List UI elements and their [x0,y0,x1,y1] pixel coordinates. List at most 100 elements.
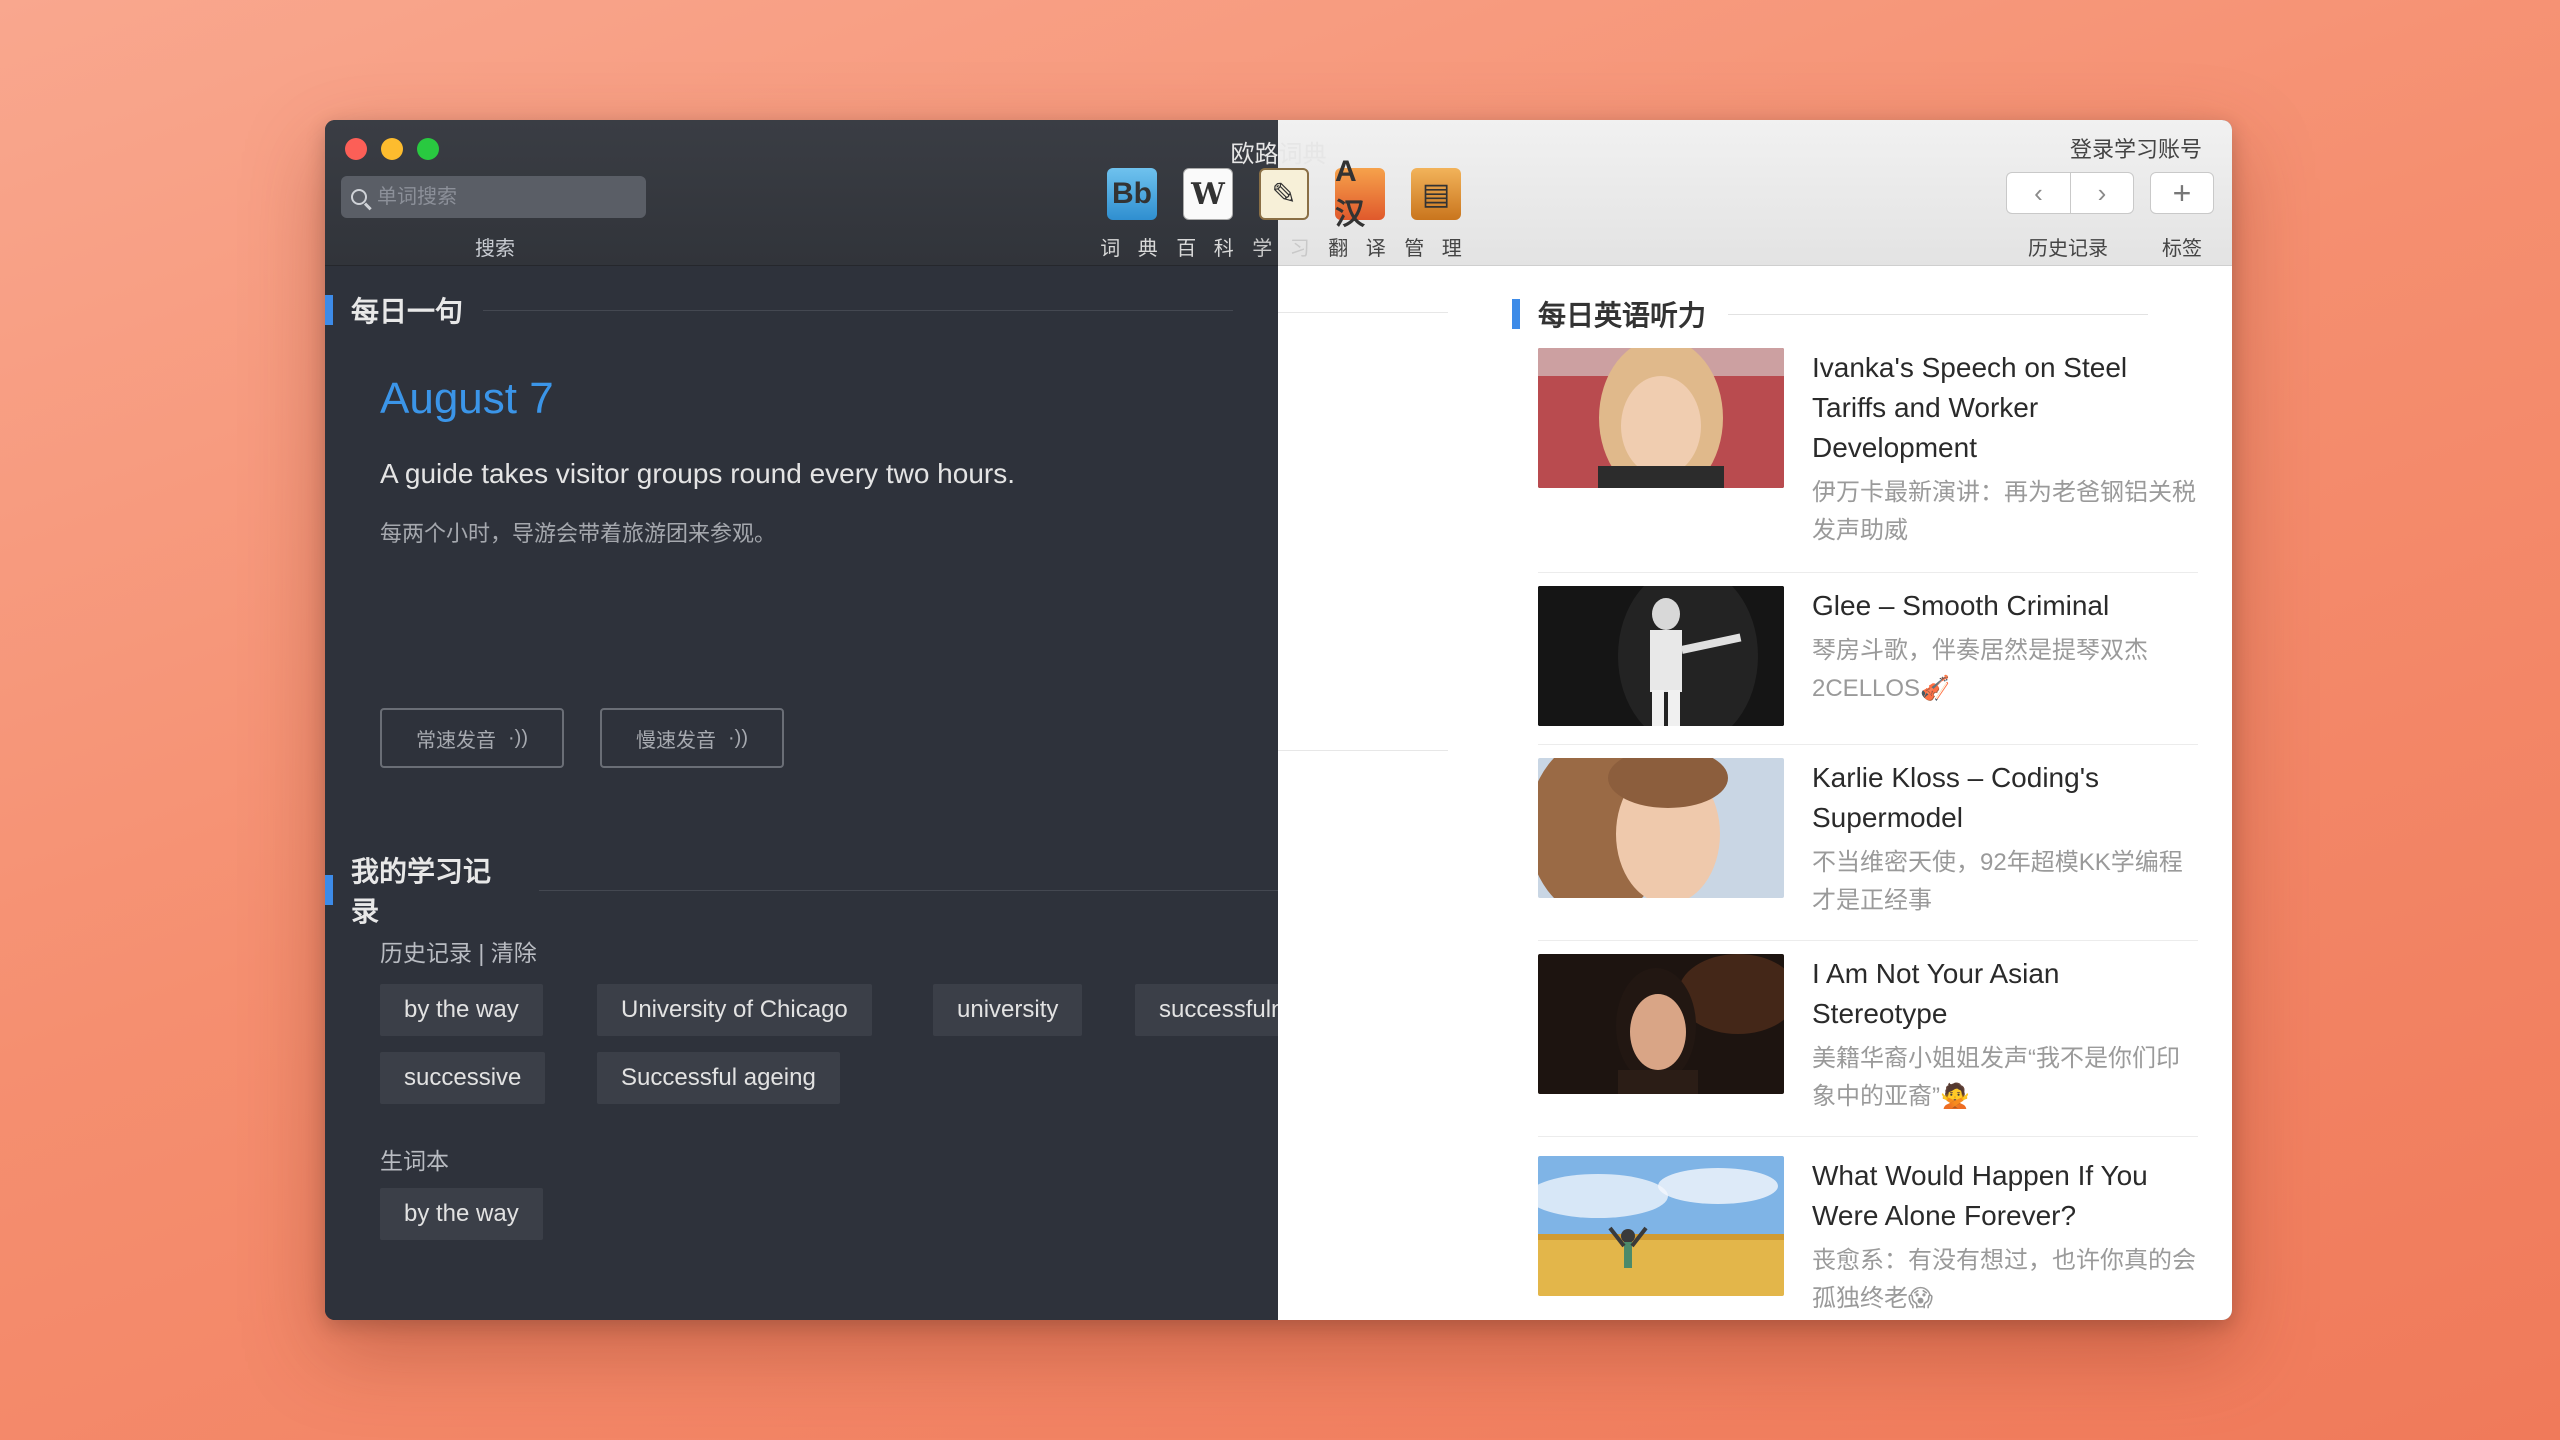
listening-article[interactable]: I Am Not Your Asian Stereotype 美籍华裔小姐姐发声… [1538,954,2198,1116]
manage-box-icon: ▤ [1411,168,1461,220]
speaker-icon: ·)) [728,726,748,749]
tool-label: 翻 译 [1328,238,1392,260]
thumbnail-landscape [1538,1156,1784,1296]
article-subtitle: 丧愈系：有没有想过，也许你真的会孤独终老😱 [1812,1247,2196,1312]
dictionary-icon: Bb [1107,168,1157,220]
tool-label: 管 理 [1404,238,1468,260]
article-subtitle: 琴房斗歌，伴奏居然是提琴双杰2CELLOS🎻 [1812,637,2148,702]
article-divider [1538,940,2198,941]
close-window-button[interactable] [345,138,367,160]
listening-article[interactable]: Karlie Kloss – Coding's Supermodel 不当维密天… [1538,758,2198,920]
search-label: 搜索 [475,238,515,260]
daily-panel: 每日一句 August 7 A guide takes visitor grou… [325,266,1346,1320]
daily-sentence-translation: 每两个小时，导游会带着旅游团来参观。 [380,521,777,546]
chevron-left-icon: ‹ [2034,177,2043,208]
article-subtitle: 美籍华裔小姐姐发声“我不是你们印象中的亚裔”🙅 [1812,1045,2180,1110]
search-icon [351,189,367,205]
study-record-heading: 我的学习记录 [350,856,491,927]
tool-label: 百 科 [1176,238,1240,260]
daily-sentence-heading: 每日一句 [351,296,464,327]
tool-wikipedia[interactable]: W 百 科 [1176,168,1235,261]
article-thumbnail [1538,758,1784,898]
listening-article[interactable]: Ivanka's Speech on Steel Tariffs and Wor… [1538,348,2198,550]
chevron-right-icon: › [2097,177,2107,208]
search-field[interactable] [341,176,646,218]
listening-header: 每日英语听力 [1512,294,2149,334]
divider [1278,750,1448,751]
thumbnail-performer [1538,586,1784,726]
article-text: Karlie Kloss – Coding's Supermodel 不当维密天… [1812,758,2198,920]
article-divider [1538,1136,2198,1137]
article-title[interactable]: I Am Not Your Asian Stereotype [1812,954,2198,1034]
history-chip[interactable]: University of Chicago [597,984,872,1036]
titlebar: 搜索 登录学习账号 ‹ › + 历史记录 标签 欧路词典 Bb 词 典 W 百 … [325,120,2232,266]
speaker-icon: ·)) [508,726,528,749]
article-title[interactable]: Karlie Kloss – Coding's Supermodel [1812,758,2198,838]
article-title[interactable]: What Would Happen If You Were Alone Fore… [1812,1156,2198,1236]
minimize-window-button[interactable] [381,138,403,160]
tool-manage[interactable]: ▤ 管 理 [1404,168,1463,261]
daily-sentence-text[interactable]: A guide takes visitor groups round every… [380,458,1015,490]
listening-panel: 每日英语听力 Ivanka's Speech on Steel Tariffs … [1278,266,2232,1320]
listening-article[interactable]: Glee – Smooth Criminal 琴房斗歌，伴奏居然是提琴双杰2CE… [1538,586,2198,726]
daily-sentence-header: 每日一句 [325,290,1234,330]
vocab-chip[interactable]: by the way [380,1188,543,1240]
divider [538,889,1278,891]
history-chip[interactable]: university [933,984,1083,1036]
thumbnail-portrait [1538,954,1784,1094]
divider [1728,313,2149,315]
article-text: I Am Not Your Asian Stereotype 美籍华裔小姐姐发声… [1812,954,2198,1116]
search-input[interactable] [377,185,617,209]
history-nav: ‹ › [2006,172,2134,214]
history-chip[interactable]: successive [380,1052,546,1104]
article-title[interactable]: Ivanka's Speech on Steel Tariffs and Wor… [1812,348,2198,468]
article-thumbnail [1538,586,1784,726]
article-thumbnail [1538,1156,1784,1296]
normal-speed-audio-button[interactable]: 常速发音 ·)) [380,708,564,768]
article-divider [1538,572,2198,573]
forward-button[interactable]: › [2070,172,2134,214]
listening-article[interactable]: What Would Happen If You Were Alone Fore… [1538,1156,2198,1318]
toolbar-tools: Bb 词 典 W 百 科 ✎ 学 习 A汉 翻 译 ▤ 管 理 [1100,155,1463,261]
article-text: What Would Happen If You Were Alone Fore… [1812,1156,2198,1318]
history-chip[interactable]: Successful ageing [597,1052,840,1104]
login-account-link[interactable]: 登录学习账号 [2070,132,2202,164]
button-label: 常速发音 [416,729,496,752]
app-window: 搜索 登录学习账号 ‹ › + 历史记录 标签 欧路词典 Bb 词 典 W 百 … [325,120,2232,1320]
section-marker [325,295,333,325]
article-thumbnail [1538,348,1784,488]
translate-icon: A汉 [1335,155,1385,231]
plus-icon: + [2172,174,2192,211]
divider [483,309,1234,311]
study-notebook-icon: ✎ [1259,168,1309,220]
article-subtitle: 伊万卡最新演讲：再为老爸钢铝关税发声助威 [1812,479,2196,544]
vocabulary-book-label: 生词本 [380,1148,449,1174]
article-thumbnail [1538,954,1784,1094]
article-title[interactable]: Glee – Smooth Criminal [1812,586,2198,626]
wikipedia-icon: W [1183,168,1233,220]
tool-label: 学 习 [1252,238,1316,260]
section-marker [1512,299,1520,329]
tool-label: 词 典 [1100,238,1164,260]
add-tag-button[interactable]: + [2150,172,2214,214]
zoom-window-button[interactable] [417,138,439,160]
study-record-header: 我的学习记录 [325,850,1278,930]
article-subtitle: 不当维密天使，92年超模KK学编程才是正经事 [1812,849,2183,914]
section-marker [325,875,333,905]
history-chip[interactable]: by the way [380,984,543,1036]
listening-heading: 每日英语听力 [1538,300,1707,331]
tool-dictionary[interactable]: Bb 词 典 [1100,168,1159,261]
window-controls [345,138,439,160]
article-text: Ivanka's Speech on Steel Tariffs and Wor… [1812,348,2198,550]
slow-speed-audio-button[interactable]: 慢速发音 ·)) [600,708,784,768]
history-clear-link[interactable]: 历史记录 | 清除 [380,934,537,968]
tool-translate[interactable]: A汉 翻 译 [1328,155,1387,261]
button-label: 慢速发音 [636,729,716,752]
article-divider [1538,744,2198,745]
sentence-date: August 7 [380,374,554,423]
back-button[interactable]: ‹ [2006,172,2070,214]
thumbnail-portrait [1538,348,1784,488]
tags-label: 标签 [2162,238,2202,260]
tool-study[interactable]: ✎ 学 习 [1252,168,1311,261]
history-label: 历史记录 [2028,238,2108,260]
